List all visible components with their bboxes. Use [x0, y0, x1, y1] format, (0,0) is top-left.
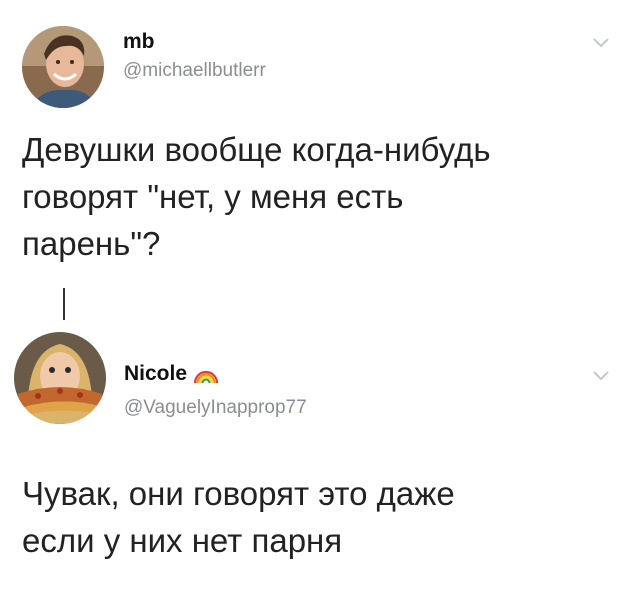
person-with-pizza-avatar-icon [14, 332, 106, 424]
tweet-text: Девушки вообще когда-нибудь говорят "нет… [22, 131, 491, 262]
person-avatar-icon [22, 26, 104, 108]
user-handle[interactable]: @michaellbutlerr [123, 60, 266, 82]
tweet-text: Чувак, они говорят это даже если у них н… [22, 475, 455, 559]
chevron-down-icon[interactable] [591, 369, 611, 383]
user-handle[interactable]: @VaguelyInapprop77 [124, 397, 307, 419]
avatar-nicole[interactable] [14, 332, 106, 424]
avatar-mb[interactable] [22, 26, 104, 108]
display-name[interactable]: Nicole [124, 362, 187, 386]
name-row: Nicole [124, 362, 219, 386]
thread-connector-line [63, 288, 65, 320]
chevron-down-icon[interactable] [591, 36, 611, 50]
display-name[interactable]: mb [123, 30, 155, 54]
rainbow-icon [193, 370, 219, 384]
